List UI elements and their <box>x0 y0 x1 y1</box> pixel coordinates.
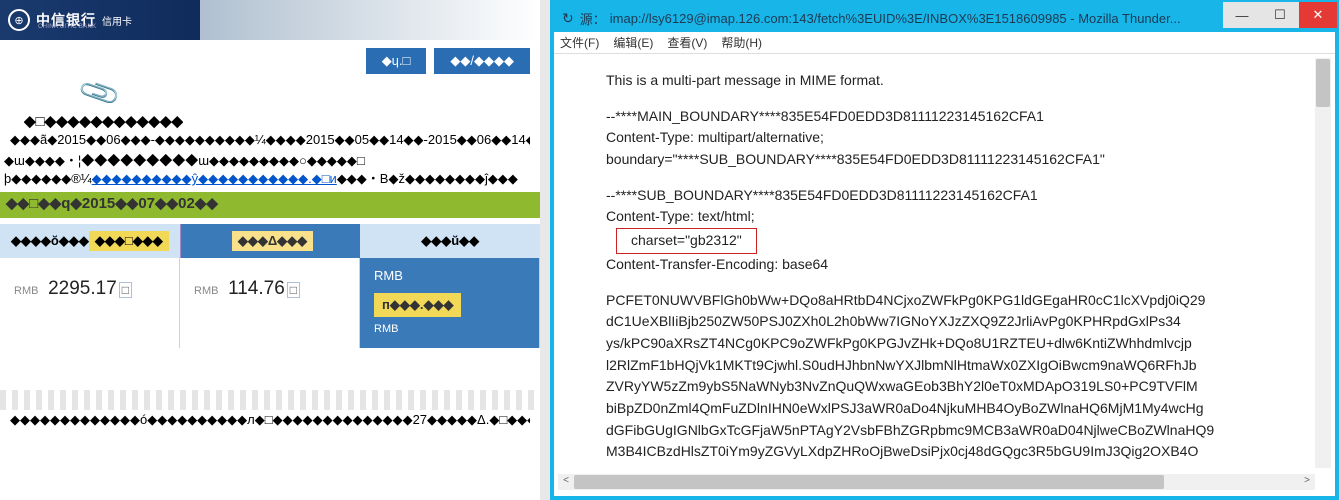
base64-line: ZVRyYW5zZm9ybS5NaWNyb3NvZnQuQWxwaGEob3Bh… <box>606 376 1265 398</box>
tab-1-left: ◆◆◆◆ŏ◆◆◆ <box>11 233 89 249</box>
base64-line: dC1UeXBlIiBjb250ZW50PSJ0ZXh0L2h0bWw7IGNo… <box>606 311 1265 333</box>
menu-edit[interactable]: 编辑(E) <box>613 34 653 51</box>
mime-intro: This is a multi-part message in MIME for… <box>606 70 1265 92</box>
header-fade <box>200 0 540 40</box>
amount-3-highlight: п◆◆◆.◆◆◆ <box>374 293 461 317</box>
sub-boundary: --****SUB_BOUNDARY****835E54FD0EDD3D8111… <box>606 185 1265 207</box>
action-button-1[interactable]: ◆ɥ.□ <box>366 48 427 74</box>
garbled-line-3: ◆ɯ◆◆◆◆・¦◆◆◆◆◆◆◆◆◆ɯ◆◆◆◆◆◆◆◆◆○◆◆◆◆◆□ <box>4 150 534 169</box>
garbled-footer: ◆◆◆◆◆◆◆◆◆◆◆◆◆ó◆◆◆◆◆◆◆◆◆◆л◆□◆◆◆◆◆◆◆◆◆◆◆◆◆… <box>10 412 530 428</box>
currency-2: RMB <box>194 285 218 297</box>
charset-line: charset="gb2312" <box>606 228 1265 254</box>
paperclip-icon: 📎 <box>76 69 123 115</box>
amount-3-bottom: RMB <box>374 323 525 335</box>
credit-card-label: 信用卡 <box>102 13 132 28</box>
g4-suffix: ◆◆◆・В◆ž◆◆◆◆◆◆◆◆ĵ◆◆◆ <box>337 171 518 186</box>
hscroll-thumb[interactable] <box>574 475 1164 489</box>
amounts-row: RMB 2295.17□ RMB 114.76□ RMB п◆◆◆.◆◆◆ RM… <box>0 258 540 348</box>
hscroll-track[interactable] <box>574 475 1299 489</box>
scroll-right-icon[interactable]: > <box>1299 475 1315 489</box>
content-type-multipart: Content-Type: multipart/alternative; <box>606 127 1265 149</box>
currency-1: RMB <box>14 285 38 297</box>
menu-bar: 文件(F) 编辑(E) 查看(V) 帮助(H) <box>554 32 1335 54</box>
bank-name-en: CHINA CITIC BANK <box>38 24 96 30</box>
tab-3[interactable]: ◆◆◆ŭ◆◆ <box>360 224 540 258</box>
content-type-html: Content-Type: text/html; <box>606 206 1265 228</box>
source-content[interactable]: This is a multi-part message in MIME for… <box>558 58 1313 466</box>
title-url: imap://lsy6129@imap.126.com:143/fetch%3E… <box>610 11 1181 26</box>
maximize-button[interactable]: ☐ <box>1261 2 1299 28</box>
email-render-pane: ⊕ 中信银行 信用卡 CHINA CITIC BANK ◆ɥ.□ ◆◆/◆◆◆◆… <box>0 0 540 500</box>
action-buttons: ◆ɥ.□ ◆◆/◆◆◆◆ <box>366 48 530 74</box>
boundary-param: boundary="****SUB_BOUNDARY****835E54FD0E… <box>606 149 1265 171</box>
action-button-2[interactable]: ◆◆/◆◆◆◆ <box>434 48 530 74</box>
bank-header: ⊕ 中信银行 信用卡 CHINA CITIC BANK <box>0 0 220 40</box>
separator-wave <box>0 390 540 410</box>
garbled-line-4: þ◆◆◆◆◆◆®¼◆◆◆◆◆◆◆◆◆◆ŷ◆◆◆◆◆◆◆◆◆◆◆.◆□и◆◆◆・В… <box>4 168 534 187</box>
tab-2[interactable]: ◆◆◆Δ◆◆◆ <box>181 224 361 258</box>
thunderbird-window: ↻ 源： imap://lsy6129@imap.126.com:143/fet… <box>550 0 1339 500</box>
window-titlebar[interactable]: ↻ 源： imap://lsy6129@imap.126.com:143/fet… <box>554 4 1335 32</box>
tab-2-highlight: ◆◆◆Δ◆◆◆ <box>232 231 313 251</box>
menu-view[interactable]: 查看(V) <box>667 34 707 51</box>
tab-1-highlight: ◆◆◆□◆◆◆ <box>89 231 169 251</box>
base64-line: M3B4ICBzdHlsZT0iYm9yZGVyLXdpZHRoOjBweDsi… <box>606 441 1265 463</box>
garbled-line-2: ◆◆◆ã◆2015◆◆06◆◆◆-◆◆◆◆◆◆◆◆◆◆¼◆◆◆◆2015◆◆05… <box>10 132 530 148</box>
amount-cell-2: RMB 114.76□ <box>180 258 360 348</box>
close-button[interactable]: ✕ <box>1299 2 1337 28</box>
amount-unit-2: □ <box>287 282 300 298</box>
base64-line: l2RlZmF1bHQjVk1MKTt9Cjwhl.S0udHJhbnNwYXJ… <box>606 355 1265 377</box>
window-controls: — ☐ ✕ <box>1223 2 1337 28</box>
date-bar: ◆◆□◆◆q◆2015◆◆07◆◆02◆◆ <box>0 192 540 218</box>
amount-3-top: RMB <box>374 268 525 283</box>
charset-highlight: charset="gb2312" <box>616 228 757 254</box>
menu-help[interactable]: 帮助(H) <box>721 34 762 51</box>
vscroll-thumb[interactable] <box>1316 59 1330 107</box>
base64-line: ys/kPC90aXRsZT4NCg0KPC9oZWFkPg0KPGJvZHk+… <box>606 333 1265 355</box>
refresh-icon: ↻ <box>562 10 574 27</box>
amount-cell-3[interactable]: RMB п◆◆◆.◆◆◆ RMB <box>360 258 540 348</box>
amount-value-1: 2295.17 <box>48 278 117 299</box>
amount-value-2: 114.76 <box>228 278 285 299</box>
transfer-encoding: Content-Transfer-Encoding: base64 <box>606 254 1265 276</box>
main-boundary: --****MAIN_BOUNDARY****835E54FD0EDD3D811… <box>606 106 1265 128</box>
title-prefix: 源： <box>580 9 606 28</box>
g4-prefix: þ◆◆◆◆◆◆®¼ <box>4 171 92 186</box>
bank-logo-icon: ⊕ <box>8 9 30 31</box>
base64-line: PCFET0NUWVBFlGh0bWw+DQo8aHRtbD4NCjxoZWFk… <box>606 290 1265 312</box>
vertical-scrollbar[interactable] <box>1315 58 1331 468</box>
base64-line: dGFibGUgIGNlbGxTcGFjaW5nPTAgY2VsbFBhZGRp… <box>606 420 1265 442</box>
tabs-row: ◆◆◆◆ŏ◆◆◆ ◆◆◆□◆◆◆ ◆◆◆Δ◆◆◆ ◆◆◆ŭ◆◆ <box>0 224 540 258</box>
tab-1[interactable]: ◆◆◆◆ŏ◆◆◆ ◆◆◆□◆◆◆ <box>0 224 181 258</box>
garbled-link[interactable]: ◆◆◆◆◆◆◆◆◆◆ŷ◆◆◆◆◆◆◆◆◆◆◆.◆□и <box>92 171 337 186</box>
amount-cell-1: RMB 2295.17□ <box>0 258 180 348</box>
amount-unit-1: □ <box>119 282 132 298</box>
menu-file[interactable]: 文件(F) <box>560 34 599 51</box>
scroll-left-icon[interactable]: < <box>558 475 574 489</box>
garbled-heading: ◆□◆◆◆◆◆◆◆◆◆◆◆◆ <box>24 112 183 130</box>
minimize-button[interactable]: — <box>1223 2 1261 28</box>
base64-line: biBpZD0nZml4QmFuZDlnIHN0eWxlPSJ3aWR0aDo4… <box>606 398 1265 420</box>
horizontal-scrollbar[interactable]: < > <box>558 474 1315 490</box>
